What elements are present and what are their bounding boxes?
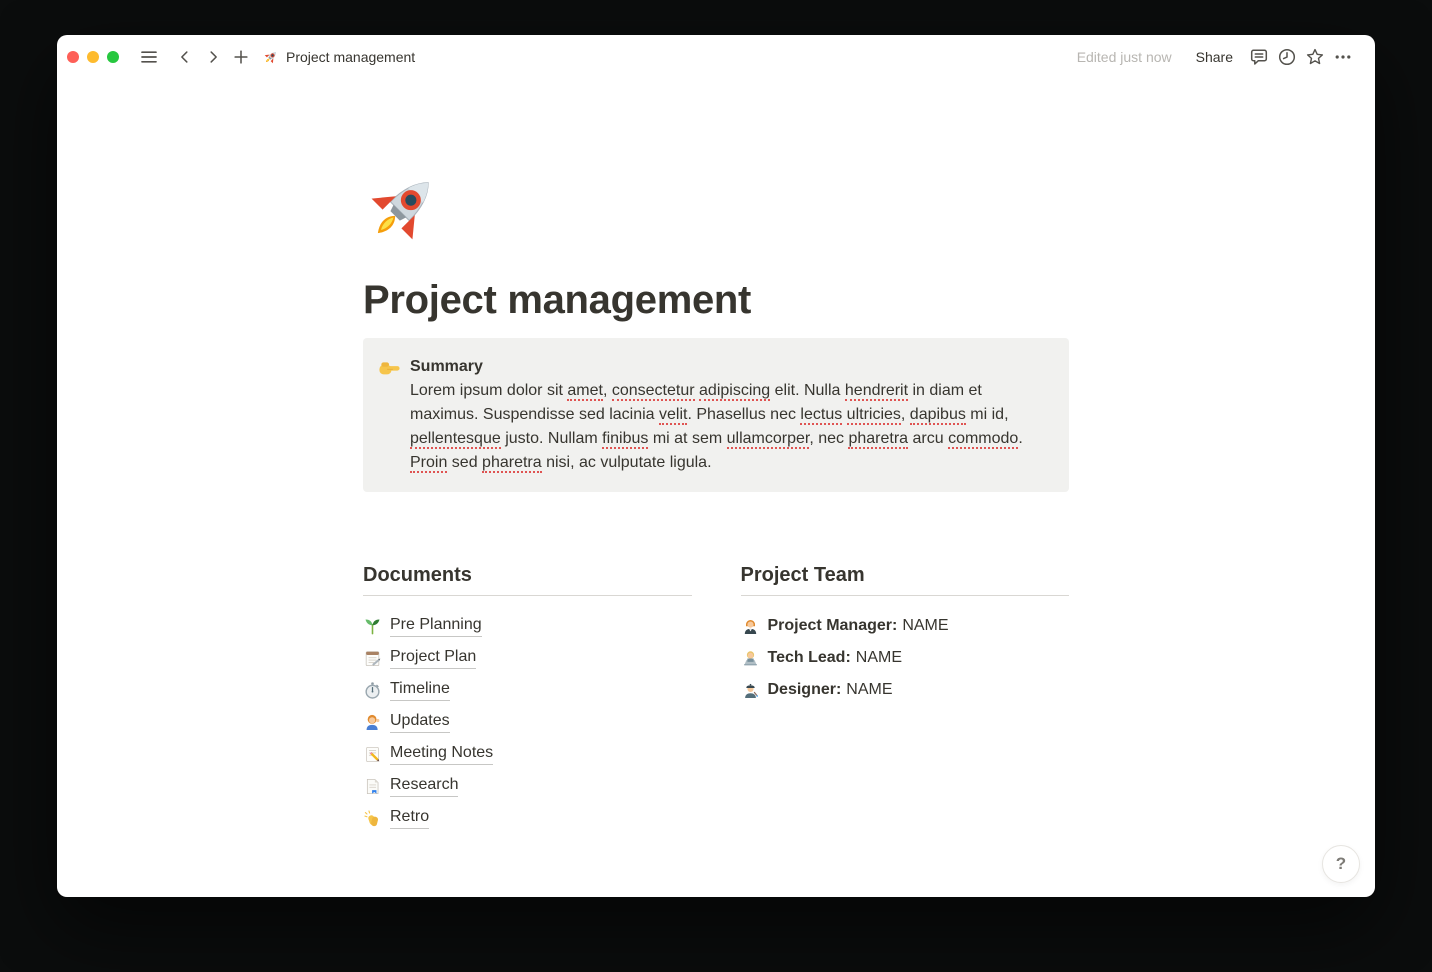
forward-button[interactable]	[199, 44, 227, 70]
divider	[363, 595, 692, 596]
star-icon	[1305, 47, 1325, 67]
summary-body: Lorem ipsum dolor sit amet, consectetur …	[410, 379, 1037, 475]
list-item[interactable]: Pre Planning	[363, 610, 692, 642]
list-item[interactable]: Updates	[363, 706, 692, 738]
ellipsis-icon	[1333, 47, 1353, 67]
back-button[interactable]	[171, 44, 199, 70]
breadcrumb-title: Project management	[286, 49, 415, 65]
team-member-role: Tech Lead:	[768, 649, 851, 667]
misspelled-word: hendrerit	[845, 382, 908, 401]
rocket-icon[interactable]	[363, 168, 443, 248]
misspelled-word: ullamcorper	[727, 430, 810, 449]
traffic-lights	[67, 51, 119, 63]
favorite-button[interactable]	[1301, 44, 1329, 70]
breadcrumb[interactable]: Project management	[263, 49, 415, 65]
misspelled-word: consectetur	[612, 382, 695, 401]
titlebar: Project management Edited just now Share	[57, 35, 1375, 79]
two-column-section: Documents Pre Planning Project Plan	[363, 562, 1069, 874]
new-page-button[interactable]	[227, 44, 255, 70]
list-item: Project Manager: NAME	[741, 610, 1070, 642]
misspelled-word: Proin	[410, 454, 447, 473]
documents-heading: Documents	[363, 562, 692, 588]
document-link[interactable]: Project Plan	[390, 647, 476, 669]
woman-tipping-hand-icon	[363, 713, 382, 732]
misspelled-word: pellentesque	[410, 430, 501, 449]
list-item[interactable]: Research	[363, 770, 692, 802]
comments-button[interactable]	[1245, 44, 1273, 70]
page-title[interactable]: Project management	[363, 276, 1069, 324]
share-button[interactable]: Share	[1188, 45, 1241, 69]
titlebar-actions: Edited just now Share	[1077, 44, 1357, 70]
misspelled-word: pharetra	[848, 430, 908, 449]
document-link[interactable]: Research	[390, 775, 458, 797]
misspelled-word: pharetra	[482, 454, 542, 473]
list-item[interactable]: Meeting Notes	[363, 738, 692, 770]
menu-icon	[139, 47, 159, 67]
list-item: Designer: NAME	[741, 674, 1070, 706]
woman-office-worker-icon	[741, 617, 760, 636]
chevron-left-icon	[176, 48, 194, 66]
minimize-window-button[interactable]	[87, 51, 99, 63]
team-list: Project Manager: NAME Tech Lead: NAME De…	[741, 610, 1070, 706]
misspelled-word: velit	[659, 406, 687, 425]
sidebar-menu-button[interactable]	[135, 44, 163, 70]
zoom-window-button[interactable]	[107, 51, 119, 63]
divider	[741, 595, 1070, 596]
stopwatch-icon	[363, 681, 382, 700]
edited-status: Edited just now	[1077, 49, 1172, 65]
help-button[interactable]: ?	[1322, 845, 1360, 883]
documents-list: Pre Planning Project Plan Timeline	[363, 610, 692, 834]
document-link[interactable]: Retro	[390, 807, 429, 829]
misspelled-word: finibus	[602, 430, 648, 449]
list-item[interactable]: Retro	[363, 802, 692, 834]
team-heading: Project Team	[741, 562, 1070, 588]
history-clock-icon	[1277, 47, 1297, 67]
memo-icon	[363, 745, 382, 764]
point-right-icon	[378, 356, 401, 379]
clapping-hands-icon	[363, 809, 382, 828]
list-item[interactable]: Timeline	[363, 674, 692, 706]
team-member-role: Designer:	[768, 681, 842, 699]
desktop-background: Project management Edited just now Share	[0, 0, 1432, 972]
team-column: Project Team Project Manager: NAME Tech …	[741, 562, 1070, 834]
summary-text: Summary Lorem ipsum dolor sit amet, cons…	[410, 355, 1037, 475]
summary-callout: Summary Lorem ipsum dolor sit amet, cons…	[363, 338, 1069, 492]
rocket-icon	[263, 49, 279, 65]
summary-heading: Summary	[410, 355, 1037, 379]
team-member-name: NAME	[902, 617, 948, 635]
seedling-icon	[363, 617, 382, 636]
page-history-button[interactable]	[1273, 44, 1301, 70]
misspelled-word: adipiscing	[699, 382, 770, 401]
document-link[interactable]: Updates	[390, 711, 450, 733]
list-item: Tech Lead: NAME	[741, 642, 1070, 674]
man-artist-icon	[741, 681, 760, 700]
team-member-name: NAME	[846, 681, 892, 699]
misspelled-word: commodo	[948, 430, 1018, 449]
document-link[interactable]: Meeting Notes	[390, 743, 493, 765]
more-options-button[interactable]	[1329, 44, 1357, 70]
chevron-right-icon	[204, 48, 222, 66]
misspelled-word: amet	[567, 382, 603, 401]
team-member-name: NAME	[856, 649, 902, 667]
document-link[interactable]: Timeline	[390, 679, 450, 701]
team-member-role: Project Manager:	[768, 617, 898, 635]
misspelled-word: ultricies	[847, 406, 901, 425]
app-window: Project management Edited just now Share	[57, 35, 1375, 897]
list-item[interactable]: Project Plan	[363, 642, 692, 674]
close-window-button[interactable]	[67, 51, 79, 63]
document-link[interactable]: Pre Planning	[390, 615, 482, 637]
technologist-icon	[741, 649, 760, 668]
documents-column: Documents Pre Planning Project Plan	[363, 562, 692, 834]
plus-icon	[232, 48, 250, 66]
bookmark-tabs-icon	[363, 777, 382, 796]
misspelled-word: dapibus	[910, 406, 966, 425]
spiral-notepad-icon	[363, 649, 382, 668]
page-content: Project management Summary Lorem ipsum d…	[363, 79, 1069, 874]
misspelled-word: lectus	[800, 406, 842, 425]
comment-icon	[1249, 47, 1269, 67]
